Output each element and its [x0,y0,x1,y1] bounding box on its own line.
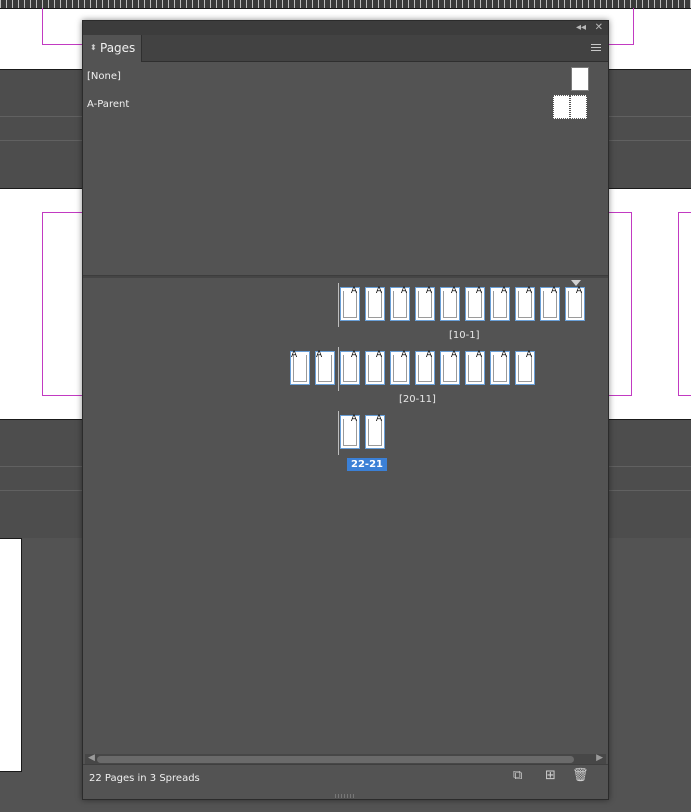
page-thumbnail[interactable]: A [365,350,385,385]
new-page-icon[interactable]: ⊞ [545,768,556,783]
spread-label[interactable]: [20-11] [399,394,436,405]
page-parent-label: A [475,286,482,296]
page-parent-label: A [425,286,432,296]
page-parent-label: A [425,350,432,360]
spread-label[interactable]: [10-1] [449,330,480,341]
page-parent-label: A [375,414,382,424]
panel-tab-row: ⬍ Pages [83,35,608,62]
parent-item-a-parent[interactable]: A-Parent [83,95,608,119]
horizontal-ruler[interactable] [0,0,691,8]
page-thumbnail[interactable]: A [465,350,485,385]
page-parent-label: A [525,286,532,296]
page-thumbnail[interactable]: A [415,286,435,321]
page-thumbnail[interactable]: A [365,286,385,321]
page-thumbnail[interactable]: A [515,350,535,385]
page-thumbnail[interactable]: A [490,286,510,321]
panel-titlebar[interactable]: ◂◂ ✕ [83,21,608,35]
tab-pages[interactable]: ⬍ Pages [83,35,142,62]
page-thumbnail[interactable]: A [565,286,585,321]
page-thumbnail[interactable]: A [440,350,460,385]
spread-spine [338,347,339,391]
page-parent-label: A [350,350,357,360]
page-parent-label: A [500,286,507,296]
page-thumbnail[interactable]: A [490,350,510,385]
page-thumbnail[interactable]: A [390,286,410,321]
page-thumbnail[interactable]: A [290,350,310,385]
spread[interactable]: AAAAAAAAAA [290,350,540,389]
page-parent-label: A [525,350,532,360]
panel-status-bar: 22 Pages in 3 Spreads ⧉ ⊞ 🗑 [83,764,608,791]
parent-thumbnail-right[interactable] [570,95,587,119]
parent-thumbnail-left[interactable] [553,95,570,119]
page-parent-label: A [375,350,382,360]
spread-spine [338,411,339,455]
page-thumbnail[interactable]: A [340,286,360,321]
page-thumbnail[interactable]: A [365,414,385,449]
status-text: 22 Pages in 3 Spreads [89,773,200,784]
parent-name: [None] [87,71,121,82]
spread[interactable]: AA [340,414,390,453]
parent-name: A-Parent [87,99,130,110]
tab-label: Pages [100,41,136,55]
page-parent-label: A [475,350,482,360]
page-parent-label: A [450,350,457,360]
page-parent-label: A [450,286,457,296]
page-thumbnail[interactable]: A [465,286,485,321]
margin-guide [678,212,691,396]
spread-label[interactable]: 22-21 [347,458,387,471]
page-parent-label: A [350,286,357,296]
parent-thumbnail[interactable] [571,67,589,91]
trash-icon[interactable]: 🗑 [572,768,589,783]
page-parent-label: A [375,286,382,296]
page-thumbnail[interactable]: A [340,350,360,385]
page-thumbnail[interactable]: A [440,286,460,321]
page-parent-label: A [400,350,407,360]
scroll-right-icon[interactable]: ▶ [596,753,603,763]
double-chevron-left-icon[interactable]: ◂◂ [576,21,586,35]
page-thumbnail[interactable]: A [540,286,560,321]
page-parent-label: A [550,286,557,296]
page-thumbnail[interactable]: A [340,414,360,449]
parent-item-none[interactable]: [None] [83,67,608,91]
panel-menu-icon[interactable] [591,44,601,52]
document-page [0,538,22,772]
current-page-marker-icon [571,280,581,286]
page-thumbnail[interactable]: A [315,350,335,385]
pages-panel[interactable]: ◂◂ ✕ ⬍ Pages [None] A-Parent A A A A A A A A A A[… [82,20,609,800]
page-thumbnail[interactable]: A [415,350,435,385]
page-parent-label: A [350,414,357,424]
scroll-left-icon[interactable]: ◀ [88,753,95,763]
page-parent-label: A [575,286,582,296]
spread-spine [338,283,339,327]
close-icon[interactable]: ✕ [595,21,603,35]
edit-page-size-icon[interactable]: ⧉ [513,768,522,783]
page-parent-label: A [291,350,298,360]
spread[interactable]: AAAAAAAAAA [340,286,590,325]
expand-collapse-icon[interactable]: ⬍ [90,35,97,61]
panel-divider[interactable] [83,275,608,278]
page-parent-label: A [316,350,323,360]
scrollbar-thumb[interactable] [97,756,574,763]
resize-grip[interactable] [335,794,355,798]
page-parent-label: A [400,286,407,296]
page-thumbnail[interactable]: A [390,350,410,385]
page-thumbnail[interactable]: A [515,286,535,321]
page-parent-label: A [500,350,507,360]
